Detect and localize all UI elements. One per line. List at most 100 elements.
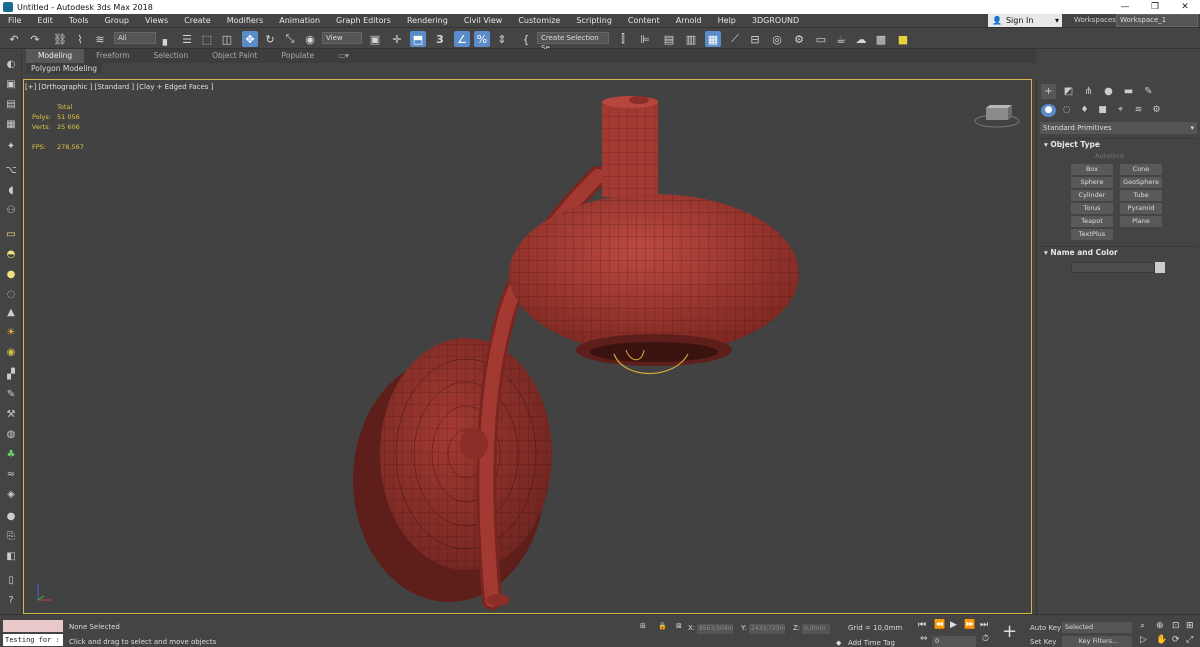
menu-rendering[interactable]: Rendering xyxy=(399,16,456,25)
undo-icon[interactable]: ↶ xyxy=(6,31,22,47)
a360-gallery-icon[interactable]: ▩ xyxy=(873,31,889,47)
menu-scripting[interactable]: Scripting xyxy=(568,16,620,25)
bind-space-warp-icon[interactable]: ≋ xyxy=(92,31,108,47)
lights-icon[interactable]: ♦ xyxy=(1077,104,1092,117)
zoom-all-icon[interactable]: ⊕ xyxy=(1156,621,1164,631)
y-coordinate-field[interactable]: 2433,723m xyxy=(749,624,785,634)
menu-modifiers[interactable]: Modifiers xyxy=(219,16,272,25)
help-icon[interactable]: ? xyxy=(3,593,19,607)
systems-icon[interactable]: ⚙ xyxy=(1149,104,1164,117)
box-primitive-icon[interactable]: ▭ xyxy=(3,227,19,241)
object-color-swatch[interactable] xyxy=(1155,262,1165,273)
menu-customize[interactable]: Customize xyxy=(510,16,568,25)
create-selection-icon[interactable]: ◐ xyxy=(3,57,19,71)
hierarchy-icon[interactable]: ⌥ xyxy=(3,163,19,177)
keyboard-shortcut-override-icon[interactable]: ⬒ xyxy=(410,31,426,47)
ribbon-options-icon[interactable]: ▭▾ xyxy=(326,49,361,63)
viewport-layout-icon[interactable]: ◧ xyxy=(3,549,19,563)
panel-icon[interactable]: ▯ xyxy=(3,573,19,587)
orbit-icon[interactable]: ⟳ xyxy=(1172,635,1180,645)
autogrid-checkbox[interactable]: AutoGrid xyxy=(1095,152,1124,160)
menu-help[interactable]: Help xyxy=(710,16,744,25)
select-and-move-icon[interactable]: ✥ xyxy=(242,31,258,47)
display-icon[interactable]: ⚇ xyxy=(3,203,19,217)
time-tag-icon[interactable]: ◆ xyxy=(836,639,841,647)
script-icon[interactable]: ⎘ xyxy=(3,529,19,543)
zoom-extents-icon[interactable]: ⊡ xyxy=(1172,621,1180,631)
display-tab-icon[interactable]: ▬ xyxy=(1121,84,1136,99)
layer-explorer-icon[interactable]: ▥ xyxy=(683,31,699,47)
workspace-select[interactable]: Workspace_1 xyxy=(1116,14,1198,27)
material-ball-icon[interactable]: ● xyxy=(3,509,19,523)
paint-icon[interactable]: ✎ xyxy=(3,387,19,401)
motion-tab-icon[interactable]: ● xyxy=(1101,84,1116,99)
geometry-icon[interactable]: ● xyxy=(1041,104,1056,117)
cameras-icon[interactable]: ■ xyxy=(1095,104,1110,117)
unlink-icon[interactable]: ⌇ xyxy=(72,31,88,47)
manipulate-icon[interactable]: ✛ xyxy=(389,31,405,47)
material-editor-icon[interactable]: ◎ xyxy=(769,31,785,47)
pan-view-icon[interactable]: ✋ xyxy=(1156,635,1167,645)
select-and-rotate-icon[interactable]: ↻ xyxy=(262,31,278,47)
angle-snap-icon[interactable]: ∠ xyxy=(454,31,470,47)
x-coordinate-field[interactable]: 8563,504m xyxy=(697,624,733,634)
previous-frame-icon[interactable]: ⏪ xyxy=(934,620,945,630)
scene-explorer-icon[interactable]: ▤ xyxy=(661,31,677,47)
render-setup-icon[interactable]: ⚙ xyxy=(791,31,807,47)
cone-icon[interactable]: ▲ xyxy=(3,305,19,319)
render-in-cloud-icon[interactable]: ☁ xyxy=(853,31,869,47)
ribbon-toggle-icon[interactable]: ▦ xyxy=(705,31,721,47)
select-and-place-icon[interactable]: ◉ xyxy=(302,31,318,47)
cone-button[interactable]: Cone xyxy=(1120,164,1162,175)
box-button[interactable]: Box xyxy=(1071,164,1113,175)
menu-create[interactable]: Create xyxy=(176,16,219,25)
tab-populate[interactable]: Populate xyxy=(269,49,326,63)
field-of-view-icon[interactable]: ▷ xyxy=(1140,635,1147,645)
pivot-center-icon[interactable]: ▣ xyxy=(367,31,383,47)
create-tab-icon[interactable]: + xyxy=(1041,84,1056,99)
plane-button[interactable]: Plane xyxy=(1120,216,1162,227)
tube-button[interactable]: Tube xyxy=(1120,190,1162,201)
torus-button[interactable]: Torus xyxy=(1071,203,1113,214)
light-bulb-icon[interactable]: ✦ xyxy=(3,139,19,153)
selection-filter-select[interactable]: All xyxy=(114,32,156,44)
render-production-icon[interactable]: ☕ xyxy=(833,31,849,47)
menu-tools[interactable]: Tools xyxy=(61,16,97,25)
percent-snap-icon[interactable]: % xyxy=(474,31,490,47)
rectangular-selection-icon[interactable]: ⬚ xyxy=(199,31,215,47)
key-mode-icon[interactable]: ⇔ xyxy=(920,634,928,644)
named-selection-set-select[interactable]: Create Selection Se xyxy=(537,32,609,52)
minimize-button[interactable]: — xyxy=(1110,0,1140,14)
texture-icon[interactable]: ◈ xyxy=(3,487,19,501)
arnold-render-icon[interactable]: ■ xyxy=(895,31,911,47)
utilities-tab-icon[interactable]: ✎ xyxy=(1141,84,1156,99)
edit-named-selection-icon[interactable]: { xyxy=(518,31,534,47)
schematic-view-icon[interactable]: ⊟ xyxy=(747,31,763,47)
space-warps-icon[interactable]: ≋ xyxy=(1131,104,1146,117)
dome-icon[interactable]: ◓ xyxy=(3,247,19,261)
tree-icon[interactable]: ♣ xyxy=(3,447,19,461)
snaps-toggle-icon[interactable]: 3 xyxy=(432,31,448,47)
z-coordinate-field[interactable]: 0,0mm xyxy=(802,624,830,634)
geosphere-button[interactable]: GeoSphere xyxy=(1120,177,1162,188)
menu-graph-editors[interactable]: Graph Editors xyxy=(328,16,399,25)
perspective-viewport[interactable]: [+] [Orthographic ] [Standard ] [Clay + … xyxy=(23,79,1032,614)
mirror-icon[interactable]: ⫿ xyxy=(615,31,631,47)
hair-icon[interactable]: ≈ xyxy=(3,467,19,481)
window-crossing-icon[interactable]: ◫ xyxy=(219,31,235,47)
isolate-selection-icon[interactable]: ⊞ xyxy=(640,622,646,630)
sphere-icon[interactable]: ● xyxy=(3,267,19,281)
polygon-modeling-panel[interactable]: Polygon Modeling xyxy=(26,63,102,74)
menu-group[interactable]: Group xyxy=(97,16,137,25)
cylinder-button[interactable]: Cylinder xyxy=(1071,190,1113,201)
primitive-category-select[interactable]: Standard Primitives ▾ xyxy=(1040,122,1197,134)
table-icon[interactable]: ▦ xyxy=(3,117,19,131)
object-name-field[interactable] xyxy=(1071,262,1155,273)
sphere-button[interactable]: Sphere xyxy=(1071,177,1113,188)
absolute-mode-icon[interactable]: ⊠ xyxy=(676,622,682,630)
time-configuration-icon[interactable]: ⏱ xyxy=(982,634,989,644)
zoom-extents-all-icon[interactable]: ⊞ xyxy=(1186,621,1194,631)
maximize-button[interactable]: ❐ xyxy=(1140,0,1170,14)
menu-animation[interactable]: Animation xyxy=(271,16,328,25)
maximize-viewport-icon[interactable]: ⤢ xyxy=(1186,635,1193,645)
